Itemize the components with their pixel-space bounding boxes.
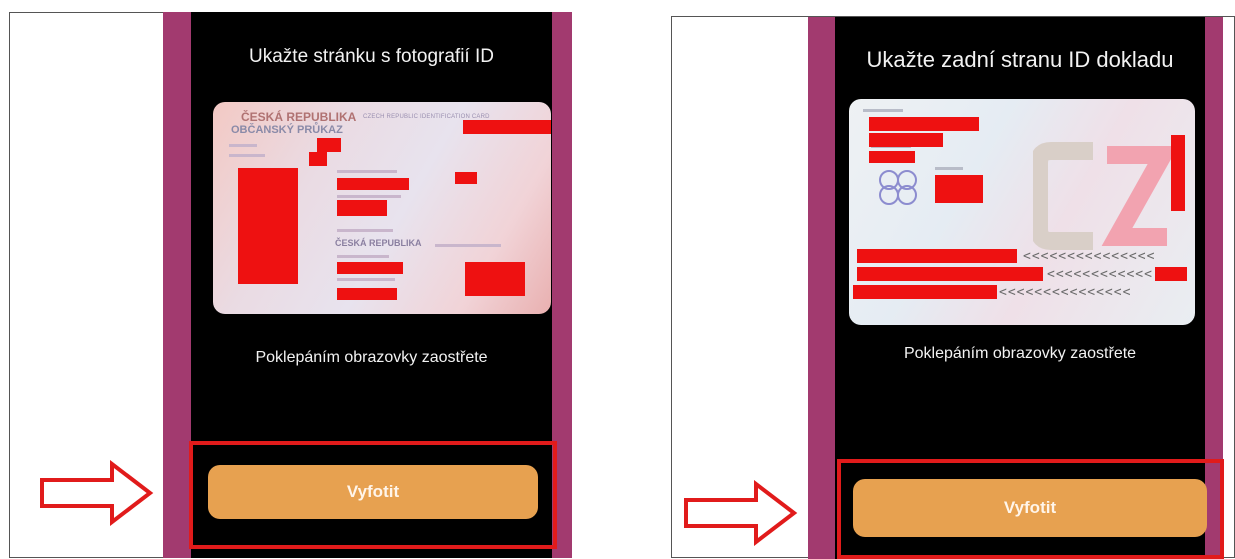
mrz-line-1: <<<<<<<<<<<<<<<: [1023, 249, 1156, 264]
redaction: [337, 288, 397, 300]
redaction-mrz: [857, 249, 1017, 263]
arrow-right-icon: [684, 480, 798, 546]
id-card-back: <<<<<<<<<<<<<<< <<<<<<<<<<<< <<<<<<<<<<<…: [849, 99, 1195, 325]
redaction-mrz: [857, 267, 1043, 281]
arrow-right-icon: [40, 460, 154, 526]
take-photo-button[interactable]: Vyfotit: [853, 479, 1207, 537]
card-country: ČESKÁ REPUBLIKA: [241, 110, 357, 124]
redaction: [869, 151, 915, 163]
card-cz-watermark: [1033, 142, 1173, 250]
redaction: [337, 262, 403, 274]
card-nationality-value: ČESKÁ REPUBLIKA: [335, 238, 422, 248]
focus-hint: Poklepáním obrazovky zaostřete: [255, 349, 488, 366]
right-panel: Ukažte zadní stranu ID dokladu <<<<<<<<<…: [671, 16, 1235, 559]
redaction: [869, 133, 943, 147]
redaction: [463, 120, 551, 134]
redaction: [317, 138, 341, 152]
redaction: [455, 172, 477, 184]
id-card-front: ČESKÁ REPUBLIKA OBČANSKÝ PRŮKAZ CZECH RE…: [213, 102, 551, 314]
redaction-mrz: [1155, 267, 1187, 281]
redaction: [1171, 135, 1185, 211]
redaction: [337, 178, 409, 190]
redaction: [309, 152, 327, 166]
chip-icon: [879, 170, 917, 205]
redaction-signature: [465, 262, 525, 296]
redaction: [337, 200, 387, 216]
redaction-mrz: [853, 285, 997, 299]
redaction: [869, 117, 979, 131]
redaction-photo: [238, 168, 298, 284]
screen-title: Ukažte zadní stranu ID dokladu: [866, 47, 1174, 72]
card-type: OBČANSKÝ PRŮKAZ: [231, 124, 343, 136]
focus-hint: Poklepáním obrazovky zaostřete: [903, 345, 1137, 362]
mrz-line-2: <<<<<<<<<<<<: [1047, 267, 1153, 282]
redaction: [935, 175, 983, 203]
screen-title: Ukažte stránku s fotografií ID: [249, 46, 494, 67]
mrz-line-3: <<<<<<<<<<<<<<<: [999, 285, 1132, 300]
take-photo-button[interactable]: Vyfotit: [208, 465, 538, 519]
